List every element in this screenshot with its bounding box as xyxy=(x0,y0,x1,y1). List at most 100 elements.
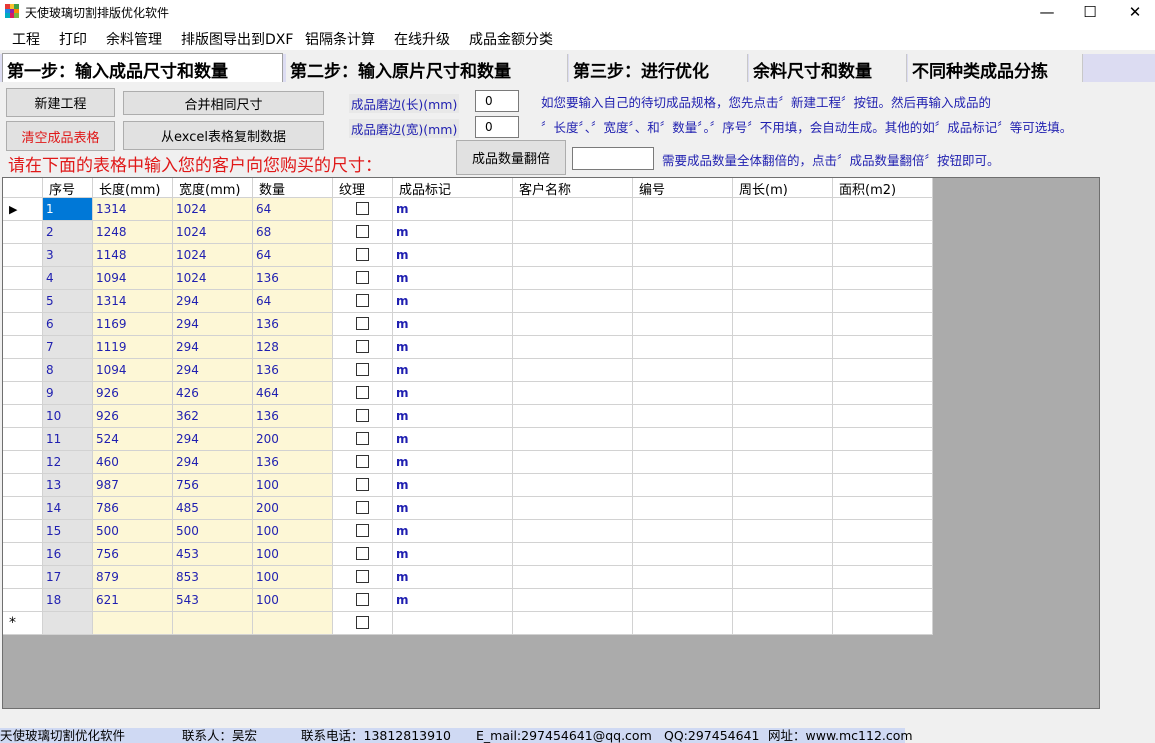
new-cell-quantity[interactable] xyxy=(253,612,333,635)
cell-mark[interactable]: m xyxy=(393,382,513,405)
row-header[interactable] xyxy=(3,405,43,428)
new-project-button[interactable]: 新建工程 xyxy=(6,88,115,117)
row-header[interactable] xyxy=(3,359,43,382)
cell-code[interactable] xyxy=(633,543,733,566)
row-header[interactable] xyxy=(3,566,43,589)
grain-checkbox[interactable] xyxy=(356,294,369,307)
col-header-mark[interactable]: 成品标记 xyxy=(393,178,513,198)
cell-length[interactable]: 621 xyxy=(93,589,173,612)
new-cell-index[interactable] xyxy=(43,612,93,635)
cell-quantity[interactable]: 100 xyxy=(253,589,333,612)
cell-area[interactable] xyxy=(833,336,933,359)
cell-index[interactable]: 7 xyxy=(43,336,93,359)
cell-index[interactable]: 6 xyxy=(43,313,93,336)
cell-mark[interactable]: m xyxy=(393,221,513,244)
cell-index[interactable]: 3 xyxy=(43,244,93,267)
cell-mark[interactable]: m xyxy=(393,497,513,520)
cell-perimeter[interactable] xyxy=(733,290,833,313)
tab-sorting[interactable]: 不同种类成品分拣 xyxy=(908,54,1083,82)
cell-area[interactable] xyxy=(833,451,933,474)
cell-length[interactable]: 926 xyxy=(93,382,173,405)
cell-width[interactable]: 1024 xyxy=(173,221,253,244)
grain-checkbox[interactable] xyxy=(356,340,369,353)
cell-quantity[interactable]: 100 xyxy=(253,543,333,566)
cell-grain[interactable] xyxy=(333,382,393,405)
cell-grain[interactable] xyxy=(333,474,393,497)
cell-grain[interactable] xyxy=(333,451,393,474)
cell-customer[interactable] xyxy=(513,267,633,290)
grain-checkbox[interactable] xyxy=(356,432,369,445)
row-header[interactable] xyxy=(3,382,43,405)
cell-area[interactable] xyxy=(833,382,933,405)
new-cell-length[interactable] xyxy=(93,612,173,635)
cell-quantity[interactable]: 136 xyxy=(253,313,333,336)
cell-grain[interactable] xyxy=(333,290,393,313)
new-cell-area[interactable] xyxy=(833,612,933,635)
cell-index[interactable]: 1 xyxy=(43,198,93,221)
cell-perimeter[interactable] xyxy=(733,589,833,612)
row-header[interactable] xyxy=(3,221,43,244)
clear-table-button[interactable]: 清空成品表格 xyxy=(6,121,115,151)
cell-perimeter[interactable] xyxy=(733,198,833,221)
cell-customer[interactable] xyxy=(513,290,633,313)
cell-code[interactable] xyxy=(633,336,733,359)
cell-code[interactable] xyxy=(633,451,733,474)
grain-checkbox[interactable] xyxy=(356,524,369,537)
row-header[interactable] xyxy=(3,497,43,520)
col-header-index[interactable]: 序号 xyxy=(43,178,93,198)
cell-customer[interactable] xyxy=(513,428,633,451)
menu-remnant-management[interactable]: 余料管理 xyxy=(106,29,162,49)
grain-checkbox[interactable] xyxy=(356,248,369,261)
row-header[interactable] xyxy=(3,451,43,474)
cell-grain[interactable] xyxy=(333,428,393,451)
cell-width[interactable]: 426 xyxy=(173,382,253,405)
cell-length[interactable]: 987 xyxy=(93,474,173,497)
cell-area[interactable] xyxy=(833,428,933,451)
minimize-button[interactable]: — xyxy=(1024,0,1070,24)
cell-length[interactable]: 1148 xyxy=(93,244,173,267)
cell-code[interactable] xyxy=(633,267,733,290)
cell-customer[interactable] xyxy=(513,198,633,221)
cell-customer[interactable] xyxy=(513,520,633,543)
cell-code[interactable] xyxy=(633,589,733,612)
cell-grain[interactable] xyxy=(333,497,393,520)
cell-quantity[interactable]: 136 xyxy=(253,359,333,382)
grain-checkbox[interactable] xyxy=(356,202,369,215)
cell-quantity[interactable]: 128 xyxy=(253,336,333,359)
cell-width[interactable]: 294 xyxy=(173,428,253,451)
row-header[interactable] xyxy=(3,336,43,359)
new-cell-customer[interactable] xyxy=(513,612,633,635)
row-header[interactable] xyxy=(3,589,43,612)
cell-mark[interactable]: m xyxy=(393,543,513,566)
cell-grain[interactable] xyxy=(333,405,393,428)
cell-quantity[interactable]: 64 xyxy=(253,244,333,267)
row-header[interactable] xyxy=(3,543,43,566)
cell-customer[interactable] xyxy=(513,405,633,428)
cell-mark[interactable]: m xyxy=(393,451,513,474)
cell-index[interactable]: 11 xyxy=(43,428,93,451)
cell-perimeter[interactable] xyxy=(733,221,833,244)
grain-checkbox[interactable] xyxy=(356,455,369,468)
cell-perimeter[interactable] xyxy=(733,451,833,474)
grain-checkbox[interactable] xyxy=(356,547,369,560)
cell-width[interactable]: 362 xyxy=(173,405,253,428)
cell-mark[interactable]: m xyxy=(393,474,513,497)
grain-checkbox[interactable] xyxy=(356,478,369,491)
cell-area[interactable] xyxy=(833,589,933,612)
cell-mark[interactable]: m xyxy=(393,589,513,612)
cell-code[interactable] xyxy=(633,497,733,520)
cell-code[interactable] xyxy=(633,290,733,313)
cell-code[interactable] xyxy=(633,313,733,336)
cell-grain[interactable] xyxy=(333,244,393,267)
cell-area[interactable] xyxy=(833,474,933,497)
cell-length[interactable]: 460 xyxy=(93,451,173,474)
cell-customer[interactable] xyxy=(513,566,633,589)
col-header-customer[interactable]: 客户名称 xyxy=(513,178,633,198)
cell-mark[interactable]: m xyxy=(393,359,513,382)
cell-perimeter[interactable] xyxy=(733,566,833,589)
cell-customer[interactable] xyxy=(513,336,633,359)
col-header-width[interactable]: 宽度(mm) xyxy=(173,178,253,198)
menu-amount-classify[interactable]: 成品金额分类 xyxy=(469,29,553,49)
cell-perimeter[interactable] xyxy=(733,543,833,566)
cell-mark[interactable]: m xyxy=(393,198,513,221)
